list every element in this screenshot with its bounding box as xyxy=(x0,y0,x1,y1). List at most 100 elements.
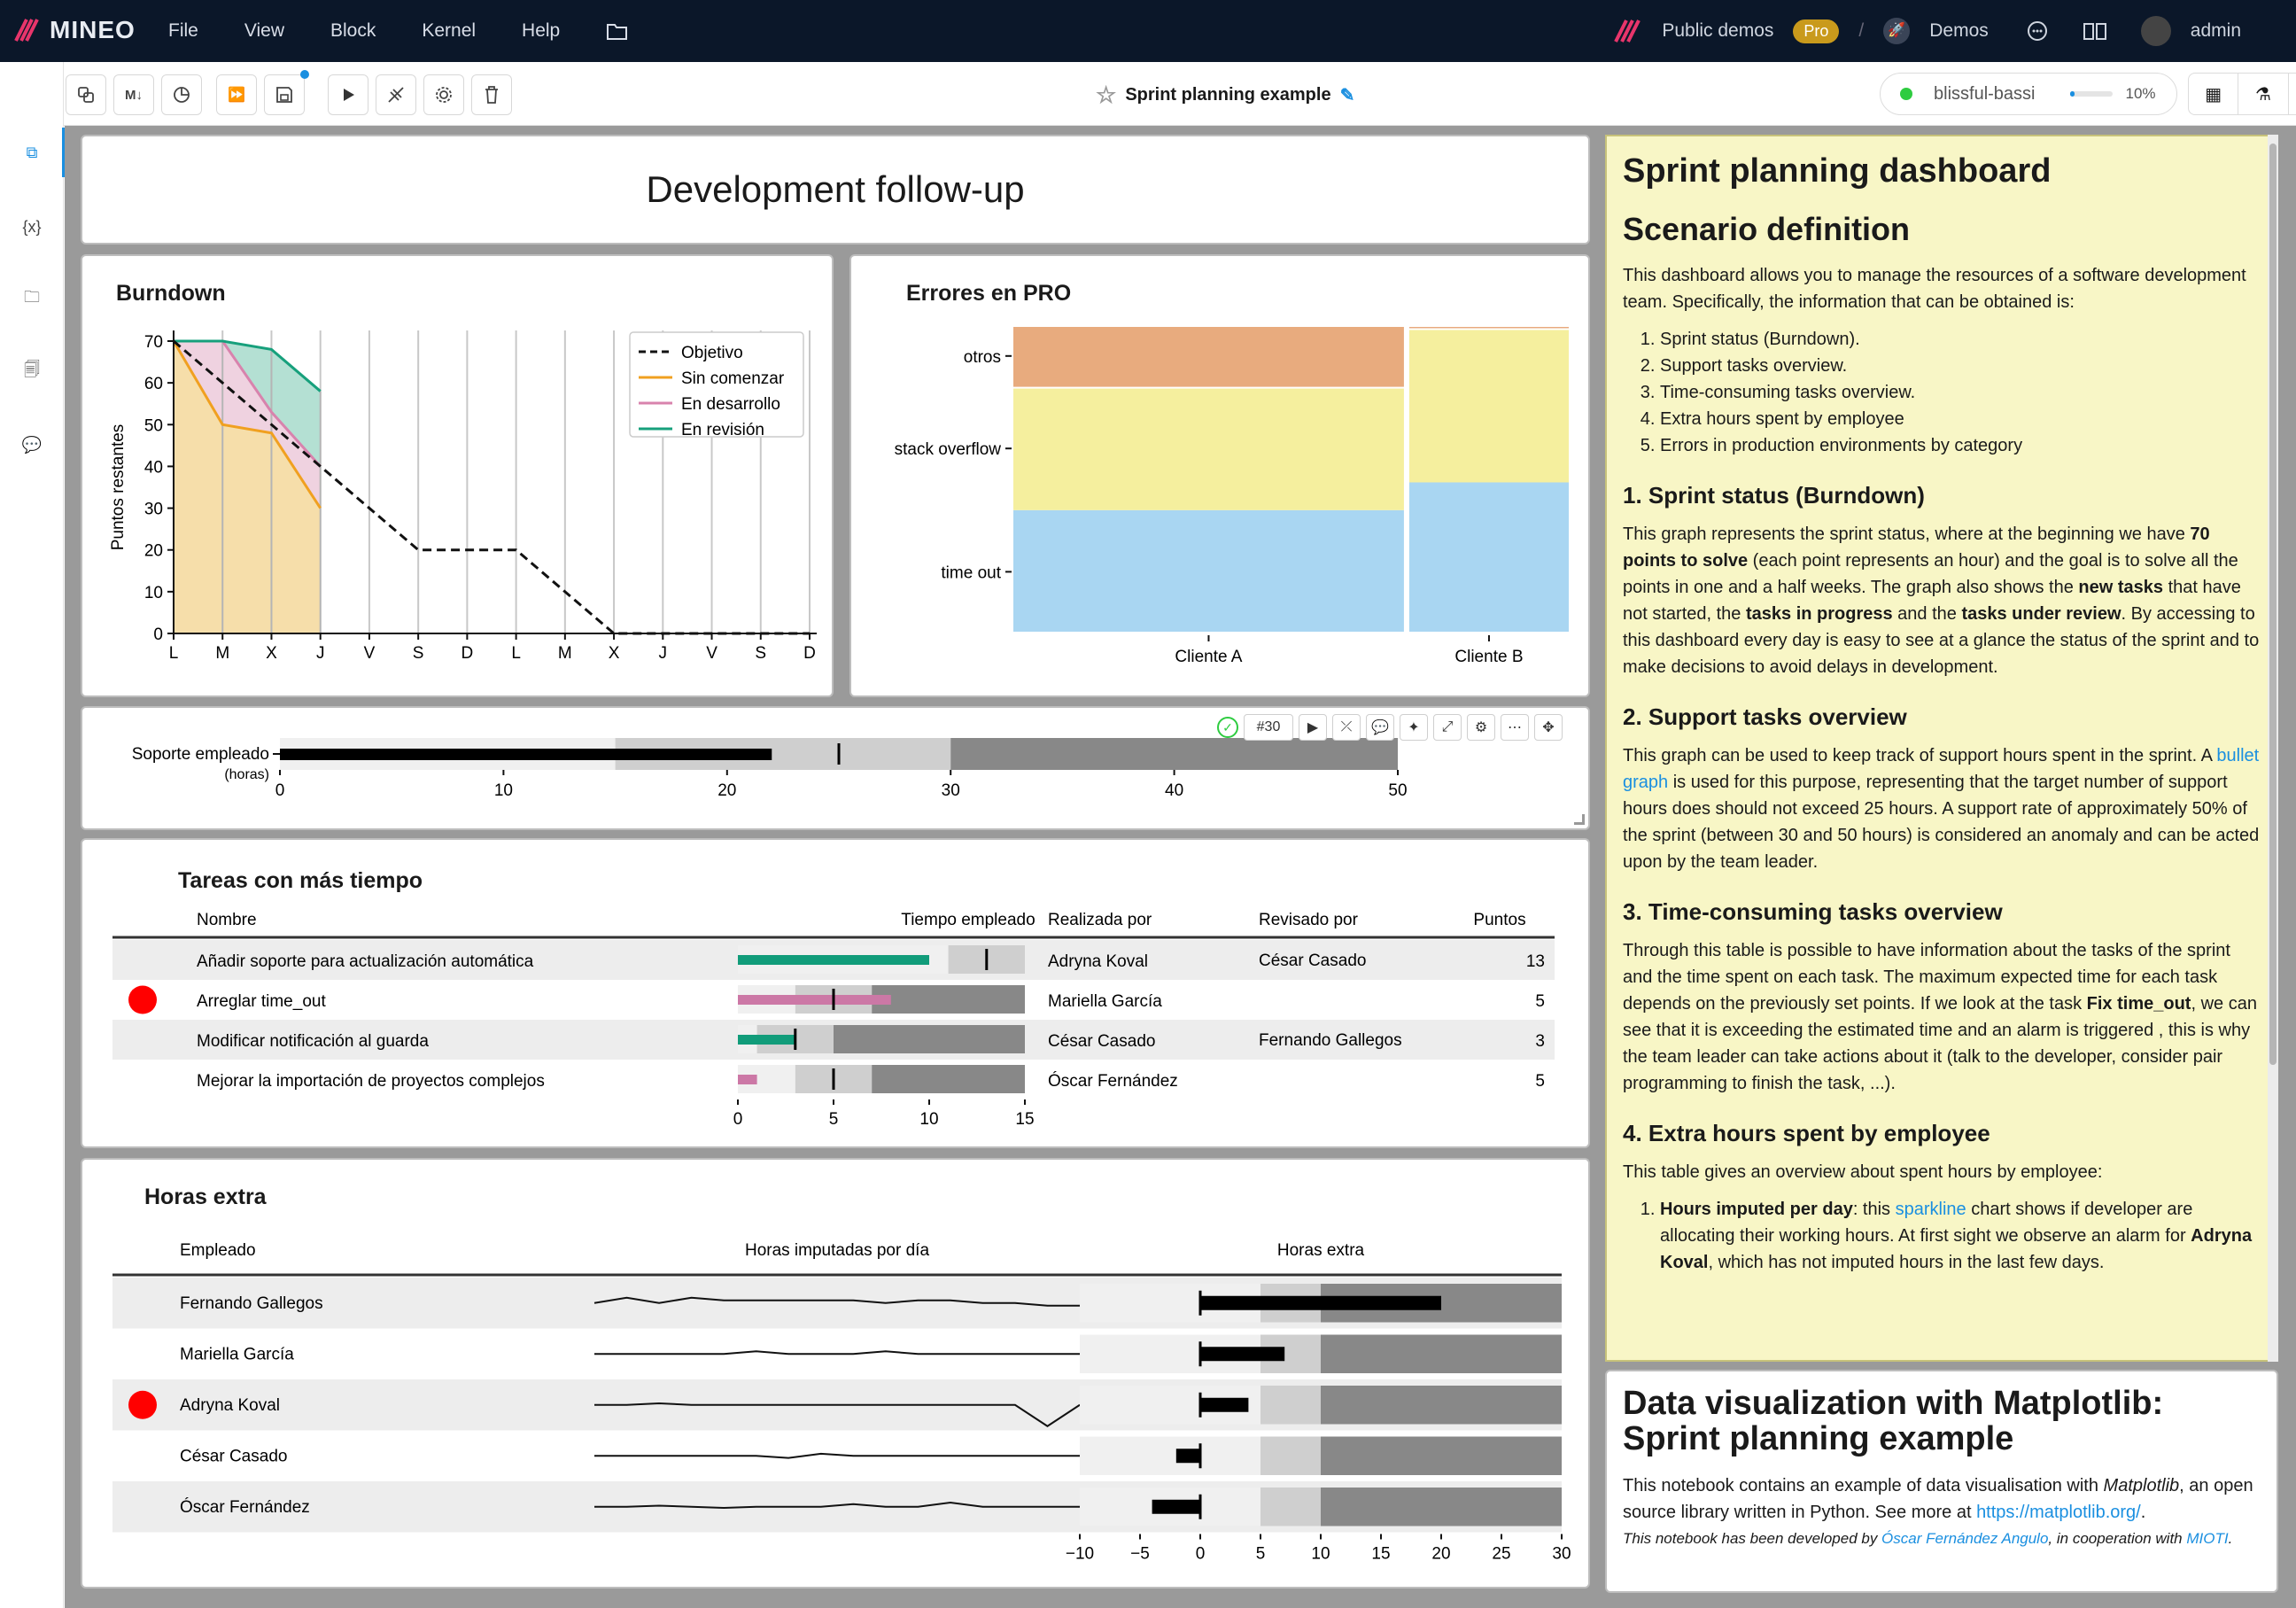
sparkline-link[interactable]: sparkline xyxy=(1896,1200,1966,1219)
bullet-range xyxy=(872,1065,1025,1093)
cell-comment-button[interactable]: 💬 xyxy=(1366,714,1394,741)
task-name: Mejorar la importación de proyectos comp… xyxy=(197,1072,545,1091)
star-icon[interactable]: ☆ xyxy=(1096,82,1116,109)
x-tick-label: S xyxy=(413,644,424,663)
save-button[interactable] xyxy=(264,70,309,115)
run-button[interactable] xyxy=(328,74,368,115)
notes-scrollbar[interactable] xyxy=(2268,135,2278,1362)
realizada-por: Mariella García xyxy=(1048,992,1162,1011)
about-cell[interactable]: Data visualization with Matplotlib: Spri… xyxy=(1605,1370,2278,1593)
mobile-view-button[interactable] xyxy=(2289,74,2296,114)
x-tick-label: V xyxy=(364,644,376,663)
section-3-text: Through this table is possible to have i… xyxy=(1623,937,2261,1097)
menu-view[interactable]: View xyxy=(244,20,284,42)
resize-handle[interactable] xyxy=(1574,814,1585,825)
title-cell[interactable]: Development follow-up xyxy=(81,135,1590,245)
kernel-status[interactable]: blissful-bassi 10% xyxy=(1880,73,2177,115)
section-4-title: 4. Extra hours spent by employee xyxy=(1623,1120,1990,1146)
view-switcher: ▦ ⚗ xyxy=(2188,73,2296,115)
x-tick-label: 0 xyxy=(275,781,285,800)
cell-settings-button[interactable]: ⚙ xyxy=(1467,714,1495,741)
kernel-name: blissful-bassi xyxy=(1934,83,2036,104)
mosaic-tile xyxy=(1408,482,1569,632)
cell-move-button[interactable]: ✥ xyxy=(1534,714,1563,741)
run-all-button[interactable]: ⏩ xyxy=(216,74,257,115)
add-chart-block-button[interactable] xyxy=(161,74,202,115)
list-item: Support tasks overview. xyxy=(1660,353,2261,379)
grid-icon: ▦ xyxy=(2205,84,2222,105)
mineo-logo-icon xyxy=(14,19,39,42)
user-name[interactable]: admin xyxy=(2191,20,2241,42)
public-demos-link[interactable]: Public demos xyxy=(1662,20,1773,42)
x-tick-label: 20 xyxy=(1431,1545,1450,1564)
y-label: Soporte empleado xyxy=(132,745,269,764)
demos-link[interactable]: Demos xyxy=(1929,20,1989,42)
files-icon[interactable]: 🗐 xyxy=(19,360,44,385)
x-tick-label: 0 xyxy=(1196,1545,1206,1564)
mineo-logo[interactable]: MINEO xyxy=(14,16,136,44)
author-link[interactable]: Óscar Fernández Angulo xyxy=(1881,1530,2048,1547)
burndown-cell[interactable]: Burndown 0 10 20 30 40 50 60 70 L M X J V S D L M X J V S D Pu… xyxy=(81,254,834,697)
alarm-dot xyxy=(128,985,157,1014)
alarm-dot xyxy=(128,1390,157,1419)
settings-button[interactable] xyxy=(423,74,464,115)
notebook-title[interactable]: Sprint planning example xyxy=(1125,85,1330,105)
y-tick-label: 70 xyxy=(144,333,163,352)
menu-help[interactable]: Help xyxy=(522,20,560,42)
cell-stop-button[interactable]: ⤫ xyxy=(1332,714,1361,741)
chat-icon[interactable] xyxy=(2026,19,2049,43)
mioti-link[interactable]: MIOTI xyxy=(2186,1530,2228,1547)
mosaic-tile xyxy=(1013,509,1404,632)
variables-icon[interactable]: {x} xyxy=(19,214,44,239)
about-title: Data visualization with Matplotlib: Spri… xyxy=(1623,1385,2164,1457)
legend-label: En desarrollo xyxy=(681,395,780,414)
menu-file[interactable]: File xyxy=(168,20,198,42)
notes-list: Sprint status (Burndown). Support tasks … xyxy=(1623,326,2261,459)
cell-magic-button[interactable]: ✦ xyxy=(1400,714,1428,741)
menu-block[interactable]: Block xyxy=(330,20,376,42)
folder-open-icon[interactable] xyxy=(606,21,629,41)
book-icon[interactable] xyxy=(2083,20,2107,42)
cell-more-button[interactable]: ⋯ xyxy=(1501,714,1529,741)
stop-button[interactable] xyxy=(376,74,416,115)
folder-icon[interactable]: 🗀 xyxy=(19,287,44,312)
markdown-notes-cell[interactable]: Sprint planning dashboard Scenario defin… xyxy=(1605,135,2278,1362)
delete-button[interactable] xyxy=(471,74,512,115)
errores-cell[interactable]: Errores en PRO Cliente A Cliente Btime ou… xyxy=(849,254,1590,697)
top-navbar: MINEO File View Block Kernel Help Public… xyxy=(0,0,2296,62)
text: This notebook contains an example of dat… xyxy=(1623,1476,2104,1495)
avatar[interactable] xyxy=(2140,16,2171,46)
text: , which has not imputed hours in the las… xyxy=(1708,1253,2105,1272)
bullet-range xyxy=(834,1025,1025,1053)
tareas-cell[interactable]: Tareas con más tiempo Nombre Tiempo emple… xyxy=(81,838,1590,1148)
edit-pencil-icon[interactable]: ✎ xyxy=(1340,84,1355,106)
notebook-toolbar: M↓ ⏩ ☆ Sprint planning example ✎ blissfu… xyxy=(64,62,2296,126)
y-tick-label: 10 xyxy=(144,584,163,602)
column-header: Horas extra xyxy=(1277,1241,1365,1260)
add-code-block-button[interactable] xyxy=(66,74,106,115)
text: This graph can be used to keep track of … xyxy=(1623,746,2217,765)
x-tick-label: 15 xyxy=(1371,1545,1390,1564)
comments-icon[interactable]: 💬 xyxy=(19,432,44,457)
y-tick-label: stack overflow xyxy=(895,440,1002,459)
grid-view-button[interactable]: ▦ xyxy=(2189,74,2239,114)
cell-expand-button[interactable]: ⤢ xyxy=(1433,714,1462,741)
task-name: Arreglar time_out xyxy=(197,992,326,1011)
matplotlib-link[interactable]: https://matplotlib.org/ xyxy=(1976,1503,2141,1522)
lab-view-button[interactable]: ⚗ xyxy=(2238,74,2289,114)
add-markdown-block-button[interactable]: M↓ xyxy=(113,74,154,115)
save-icon xyxy=(276,87,292,103)
bullet-range xyxy=(1321,1386,1562,1425)
check-icon: ✓ xyxy=(1217,717,1238,738)
gear-icon: ⚙ xyxy=(1474,720,1488,735)
blocks-icon[interactable]: ⧉ xyxy=(19,140,44,165)
horas-cell[interactable]: Horas extra Empleado Horas imputadas por … xyxy=(81,1158,1590,1589)
x-tick-label: S xyxy=(755,644,766,663)
cell-run-button[interactable]: ▶ xyxy=(1299,714,1327,741)
rocket-icon: 🚀 xyxy=(1883,18,1911,44)
x-tick-label: 40 xyxy=(1165,781,1183,800)
menu-kernel[interactable]: Kernel xyxy=(422,20,476,42)
scrollbar-thumb[interactable] xyxy=(2269,144,2277,1065)
y-tick-label: otros xyxy=(964,348,1001,367)
unsaved-dot xyxy=(300,70,309,79)
